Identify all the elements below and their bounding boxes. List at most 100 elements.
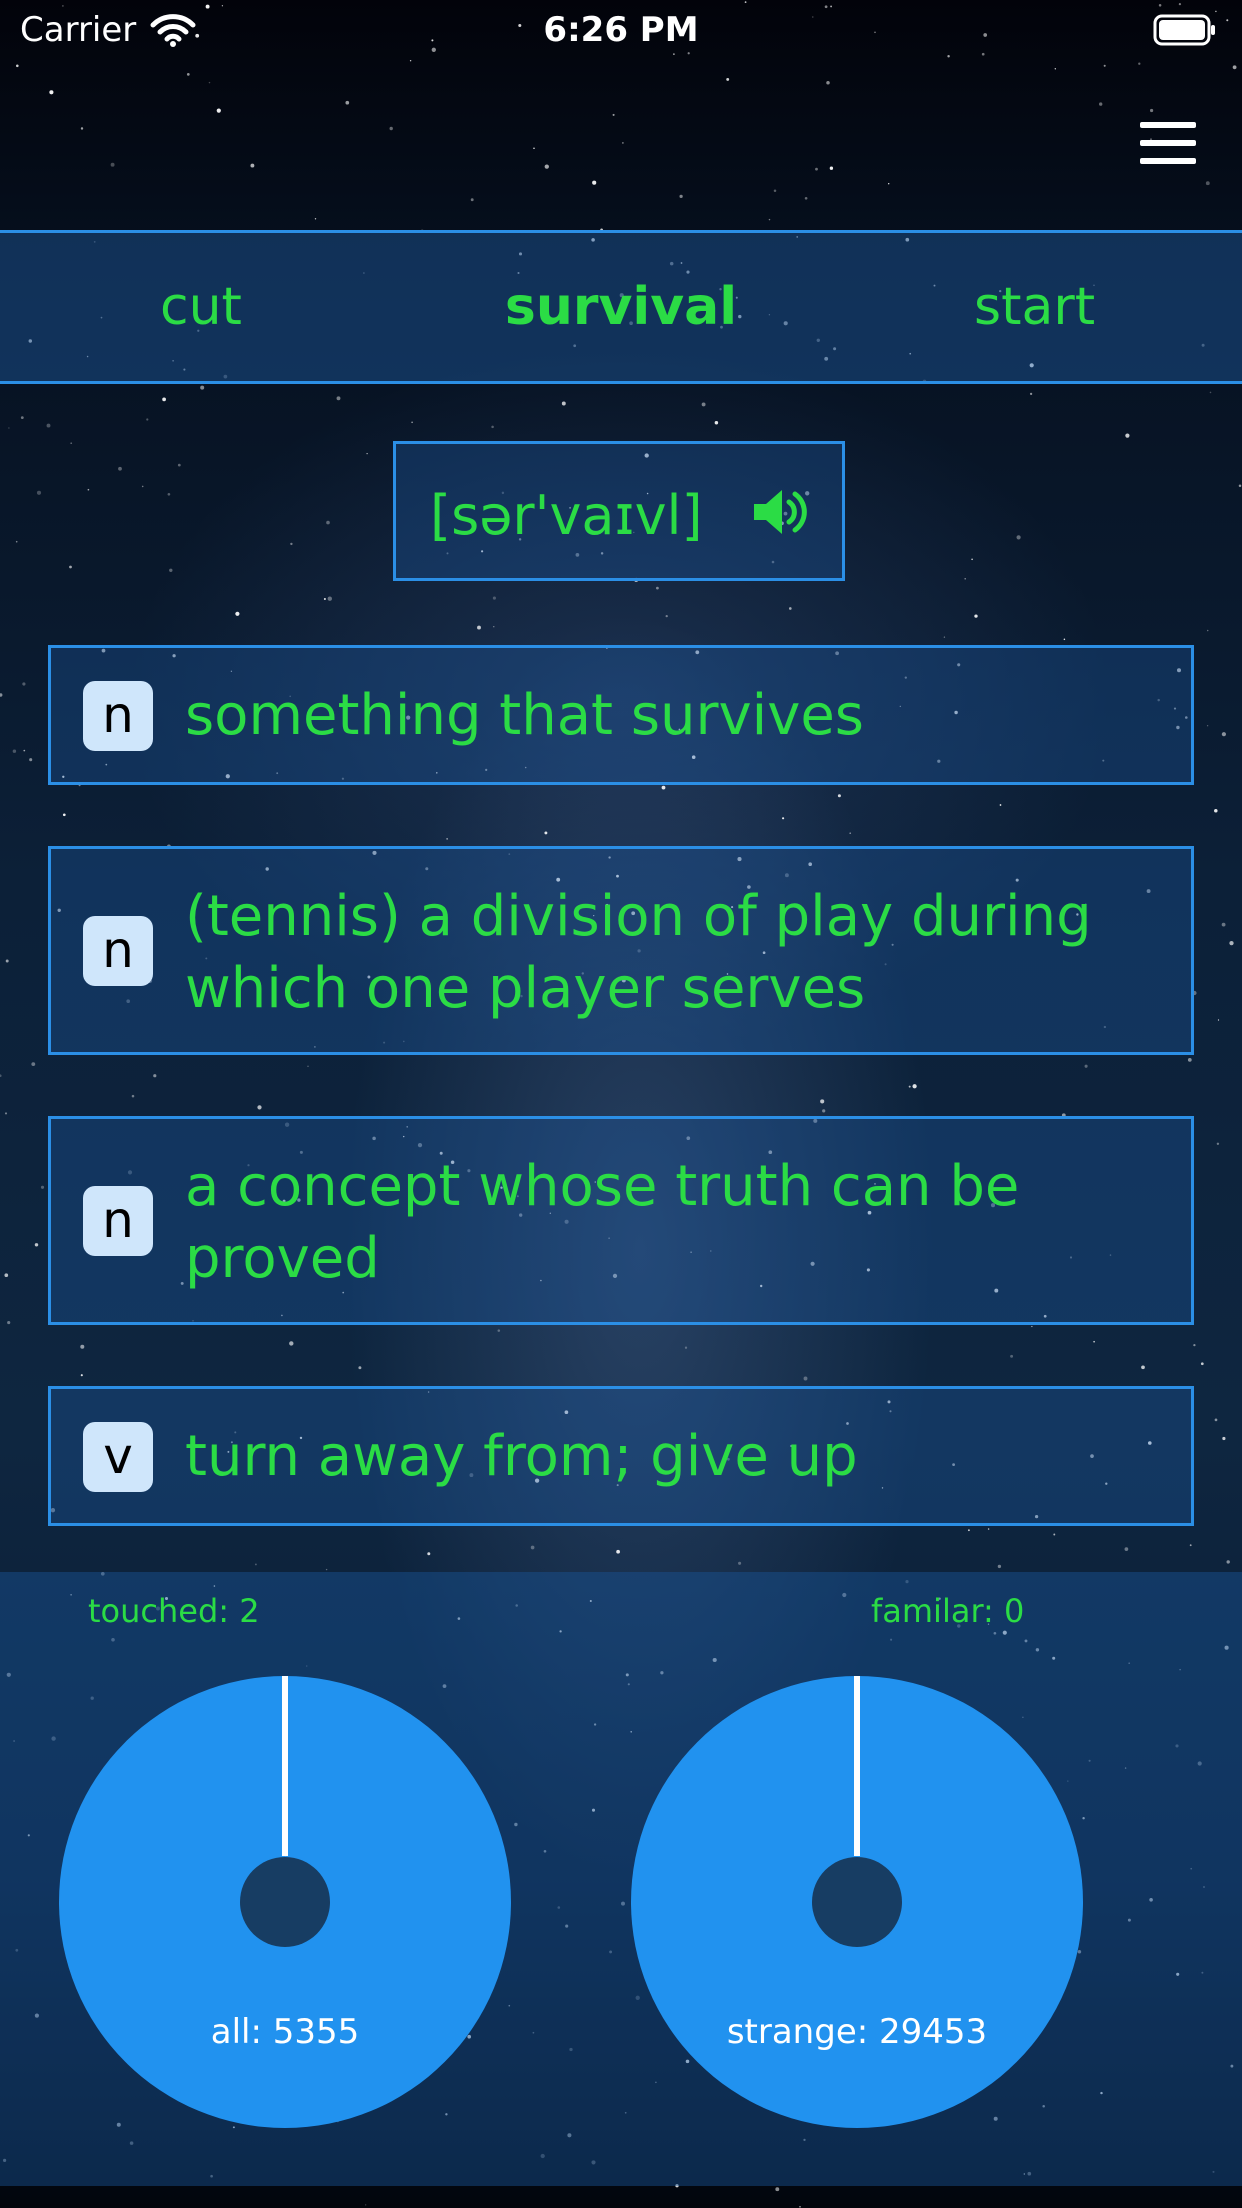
sense-card[interactable]: n a concept whose truth can be proved [48,1116,1194,1325]
star [775,2187,780,2192]
star [612,113,615,116]
star [314,218,317,220]
star [1221,922,1226,927]
touched-label: touched: 2 [88,1592,260,1630]
star [804,196,808,200]
star [1222,1436,1226,1441]
star [1232,65,1237,70]
star [773,189,777,192]
star [908,1085,911,1088]
star [34,1243,39,1247]
star [80,1374,83,1377]
definition-text: something that survives [185,683,864,748]
pronunciation-box[interactable]: [sər'vaɪvl] [393,441,845,581]
star [943,636,946,638]
star [4,1273,9,1278]
star [1138,62,1141,65]
star [799,2205,801,2208]
star [1209,391,1212,394]
star [497,1329,501,1332]
next-word-button[interactable]: start [974,277,1095,337]
star [665,614,668,618]
star [1084,1064,1088,1068]
star [131,1094,135,1098]
star [167,492,171,496]
star [8,427,10,429]
star [1214,1418,1218,1422]
star [69,565,72,569]
star [250,163,255,168]
star [325,1568,328,1571]
star [592,180,597,185]
star [1150,108,1154,113]
sense-card[interactable]: n (tennis) a division of play during whi… [48,846,1194,1055]
star [177,463,181,467]
star [470,198,474,202]
star [31,1062,36,1067]
star [1187,1058,1192,1062]
star [837,794,841,798]
star [0,693,3,697]
speaker-icon[interactable] [750,482,810,542]
star [87,488,90,491]
definition-text: a concept whose truth can be proved [185,1154,1020,1291]
star [820,1099,825,1104]
star [366,452,368,455]
menu-icon[interactable] [1140,120,1196,166]
star [1217,1019,1220,1021]
star [684,1346,688,1349]
star [1206,629,1209,632]
pos-badge: n [83,916,153,986]
star [1206,725,1209,727]
star [62,813,66,817]
star [1189,1544,1192,1547]
star [186,73,190,76]
strange-count-label: strange: 29453 [726,2012,988,2052]
star [216,108,221,113]
star [493,626,495,628]
star [1193,1343,1196,1347]
pie-hole [812,1857,902,1947]
star [782,817,785,820]
star [656,586,659,590]
star [36,490,42,495]
star [726,77,730,81]
familiar-label: familar: 0 [871,1592,1025,1630]
star [80,1344,85,1349]
touched-pie-chart [59,1676,511,2128]
star [327,596,332,601]
star [1099,102,1103,106]
star [1238,484,1242,488]
star [70,442,73,445]
star [491,425,494,429]
star [40,1185,45,1189]
star [768,218,771,221]
star [1226,1560,1230,1564]
star [492,596,496,600]
star [714,420,719,425]
star [826,80,830,85]
star [46,423,51,428]
sense-card[interactable]: v turn away from; give up [48,1386,1194,1526]
star [146,418,149,421]
star [80,127,84,130]
star [110,162,115,167]
pos-badge: n [83,681,153,751]
star [16,64,19,68]
star [1053,1533,1056,1536]
all-count-label: all: 5355 [210,2012,360,2052]
star [1016,535,1021,540]
star [208,81,211,84]
sense-card[interactable]: n something that survives [48,645,1194,785]
star [974,614,978,618]
star [964,577,966,580]
star [561,401,566,406]
star [822,1109,826,1113]
star [336,396,341,401]
star [5,959,9,963]
star [544,831,548,835]
star [7,1321,11,1325]
star [1216,1142,1220,1145]
star [20,416,24,419]
star [15,540,18,543]
